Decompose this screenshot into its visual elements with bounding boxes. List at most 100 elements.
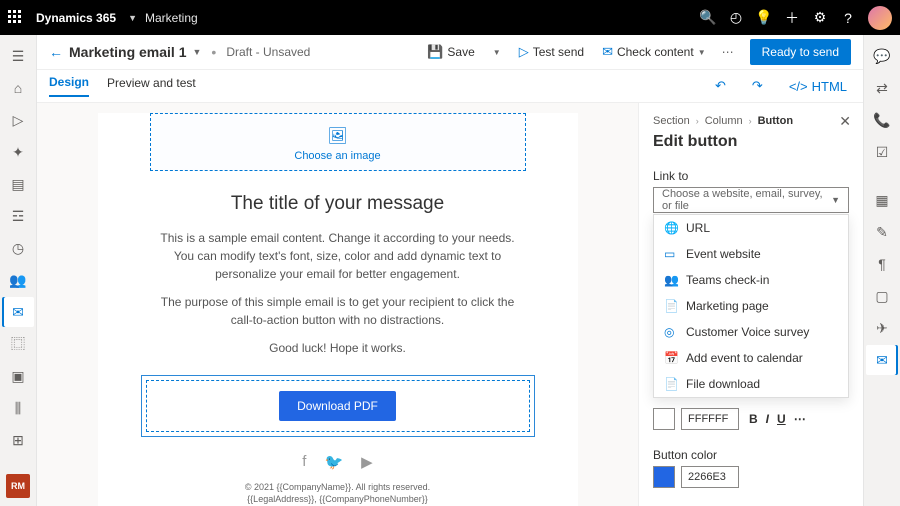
settings-icon[interactable]: ⚙ (806, 4, 834, 32)
breadcrumb-button: Button (758, 115, 793, 127)
search-icon[interactable]: 🔍 (694, 4, 722, 32)
check-icon: ✉ (602, 44, 613, 60)
chevron-down-icon: ▼ (698, 48, 706, 57)
font-color-swatch[interactable] (653, 408, 675, 430)
chevron-down-icon: ▼ (831, 195, 840, 205)
journey-icon[interactable]: ✦ (2, 137, 34, 167)
library-icon[interactable]: ⫼ (2, 393, 34, 423)
save-split-chevron[interactable]: ▼ (487, 44, 507, 61)
underline-button[interactable]: U (777, 412, 786, 426)
help-icon[interactable]: ? (834, 4, 862, 32)
social-row: f 🐦 ▶ (302, 453, 372, 471)
survey-icon: ◎ (664, 325, 678, 339)
link-to-combobox[interactable]: Choose a website, email, survey, or file… (653, 187, 849, 213)
filter-icon[interactable]: ☲ (2, 201, 34, 231)
cta-button[interactable]: Download PDF (279, 391, 396, 421)
layout-icon[interactable]: ▢ (866, 281, 898, 311)
test-send-button[interactable]: ▷Test send (513, 40, 590, 64)
status-dot-icon: • (211, 44, 216, 60)
font-color-input[interactable]: FFFFFF (681, 408, 739, 430)
persona-chip[interactable]: RM (6, 474, 30, 498)
menu-icon[interactable]: ☰ (2, 41, 34, 71)
twitter-icon[interactable]: 🐦 (324, 453, 343, 471)
text-tool-icon[interactable]: ¶ (866, 249, 898, 279)
calendar-icon: 📅 (664, 351, 678, 365)
app-launcher-icon[interactable] (8, 10, 24, 26)
email-footer: © 2021 {{CompanyName}}. All rights reser… (245, 481, 430, 506)
play-icon[interactable]: ▷ (2, 105, 34, 135)
overflow-button[interactable]: ⋯ (718, 41, 738, 63)
assets-icon[interactable]: ✈ (866, 313, 898, 343)
back-button[interactable]: ← (49, 44, 63, 60)
email-canvas: 🖼 Choose an image The title of your mess… (37, 103, 638, 506)
add-icon[interactable]: ＋ (778, 4, 806, 32)
undo-button[interactable]: ↶ (711, 74, 730, 98)
area-name: Marketing (145, 11, 198, 25)
chevron-down-icon[interactable]: ▼ (128, 13, 137, 23)
more-icon[interactable]: ⊞ (2, 425, 34, 455)
left-nav-rail: ☰ ⌂ ▷ ✦ ▤ ☲ ◷ 👥 ✉ ⿴ ▣ ⫼ ⊞ RM (0, 35, 37, 506)
image-icon[interactable]: ▣ (2, 361, 34, 391)
image-placeholder[interactable]: 🖼 Choose an image (150, 113, 526, 171)
image-icon: 🖼 (327, 126, 347, 146)
facebook-icon[interactable]: f (302, 453, 306, 471)
globe-icon: 🌐 (664, 221, 678, 235)
clock-icon[interactable]: ◷ (2, 233, 34, 263)
breadcrumb-column[interactable]: Column (705, 115, 743, 127)
option-add-event[interactable]: 📅Add event to calendar (654, 345, 848, 371)
analytics-icon[interactable]: ▤ (2, 169, 34, 199)
redo-button[interactable]: ↷ (748, 74, 767, 98)
option-teams-checkin[interactable]: 👥Teams check-in (654, 267, 848, 293)
chat-icon[interactable]: 💬 (866, 41, 898, 71)
option-url[interactable]: 🌐URL (654, 215, 848, 241)
send-icon: ▷ (519, 44, 529, 60)
people-icon[interactable]: 👥 (2, 265, 34, 295)
brand-name: Dynamics 365 (36, 11, 116, 25)
tools-icon[interactable]: ✎ (866, 217, 898, 247)
home-icon[interactable]: ⌂ (2, 73, 34, 103)
more-format-button[interactable]: ⋯ (794, 412, 806, 426)
check-content-button[interactable]: ✉Check content▼ (596, 40, 712, 64)
properties-panel: Section› Column› Button ✕ Edit button Li… (638, 103, 863, 506)
page-title: Marketing email 1 (69, 44, 187, 60)
save-button[interactable]: 💾Save (421, 40, 481, 64)
template-icon[interactable]: ⿴ (2, 329, 34, 359)
option-event-website[interactable]: ▭Event website (654, 241, 848, 267)
button-color-input[interactable]: 2266E3 (681, 466, 739, 488)
italic-button[interactable]: I (766, 412, 769, 426)
command-bar: ← Marketing email 1 ▼ • Draft - Unsaved … (37, 35, 863, 70)
option-marketing-page[interactable]: 📄Marketing page (654, 293, 848, 319)
breadcrumb: Section› Column› Button (653, 115, 849, 127)
phone-icon[interactable]: 📞 (866, 105, 898, 135)
tasklist-icon[interactable]: ☑ (866, 137, 898, 167)
relay-icon[interactable]: ⇄ (866, 73, 898, 103)
option-file-download[interactable]: 📄File download (654, 371, 848, 397)
button-color-swatch[interactable] (653, 466, 675, 488)
bold-button[interactable]: B (749, 412, 758, 426)
email-title[interactable]: The title of your message (231, 193, 444, 215)
tab-preview[interactable]: Preview and test (107, 76, 196, 96)
html-toggle[interactable]: </>HTML (785, 75, 851, 98)
button-color-label: Button color (653, 448, 849, 462)
browser-icon: ▭ (664, 247, 678, 261)
title-chevron-icon[interactable]: ▼ (193, 47, 202, 57)
save-icon: 💾 (427, 44, 443, 60)
properties-icon[interactable]: ✉ (866, 345, 898, 375)
task-icon[interactable]: ◴ (722, 4, 750, 32)
code-icon: </> (789, 79, 808, 94)
tab-row: Design Preview and test ↶ ↷ </>HTML (37, 70, 863, 103)
user-avatar[interactable] (868, 6, 892, 30)
lightbulb-icon[interactable]: 💡 (750, 4, 778, 32)
tab-design[interactable]: Design (49, 75, 89, 97)
youtube-icon[interactable]: ▶ (361, 453, 373, 471)
email-icon[interactable]: ✉ (2, 297, 34, 327)
email-body[interactable]: This is a sample email content. Change i… (153, 229, 523, 367)
button-block-selected[interactable]: Download PDF (141, 375, 535, 437)
elements-icon[interactable]: ▦ (866, 185, 898, 215)
ready-to-send-button[interactable]: Ready to send (750, 39, 851, 65)
option-customer-voice[interactable]: ◎Customer Voice survey (654, 319, 848, 345)
link-to-label: Link to (653, 169, 849, 183)
close-panel-button[interactable]: ✕ (839, 113, 851, 130)
breadcrumb-section[interactable]: Section (653, 115, 690, 127)
save-status: Draft - Unsaved (226, 45, 310, 59)
